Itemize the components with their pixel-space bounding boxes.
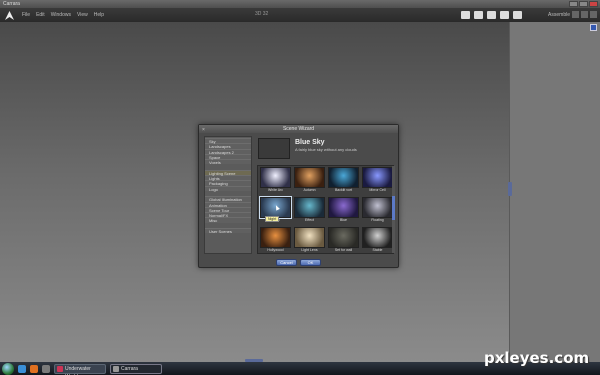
view-toggle-icon[interactable]	[572, 11, 579, 18]
window-controls	[569, 1, 598, 7]
scene-thumbnail-label: Set for wall	[334, 248, 353, 252]
close-button[interactable]	[589, 1, 598, 7]
properties-tray	[508, 22, 600, 362]
window-title-bar: Carrara	[0, 0, 600, 8]
scene-preview-image	[328, 197, 359, 218]
render-room-icon[interactable]	[513, 11, 522, 19]
show-desktop-icon[interactable]	[18, 364, 26, 373]
scene-thumbnail[interactable]: Set for wall	[328, 227, 359, 253]
view-toggle-icon[interactable]	[581, 11, 588, 18]
scene-thumbnail[interactable]: Mirror Cell	[362, 167, 393, 193]
menu-edit[interactable]: Edit	[36, 12, 45, 18]
scene-thumbnail[interactable]: White Arc	[260, 167, 291, 193]
scene-wizard-dialog: × Scene Wizard Sky Landscapes Landscapes 2…	[198, 124, 399, 268]
grid-scrollbar[interactable]	[392, 166, 395, 253]
room-label: 3D 32	[255, 11, 269, 17]
scene-thumbnail[interactable]: Effect	[294, 197, 325, 223]
scene-thumbnail-label: White Arc	[268, 188, 283, 192]
selected-description: A fairly blue sky without any clouds	[295, 147, 357, 152]
menu-help[interactable]: Help	[94, 12, 104, 18]
menu-windows[interactable]: Windows	[51, 12, 71, 18]
cancel-button[interactable]: Cancel	[276, 259, 297, 266]
taskbar-item-carrara[interactable]: Carrara	[110, 363, 162, 374]
taskbar-item-browser[interactable]: Underwater World - ...	[54, 363, 106, 375]
category-list: Sky Landscapes Landscapes 2 Space Voxels Ligh…	[204, 136, 252, 254]
menu-view[interactable]: View	[77, 12, 88, 18]
scene-preview-image	[260, 227, 291, 248]
scene-preview-image	[260, 167, 291, 188]
grid-scrollbar-thumb[interactable]	[392, 196, 395, 220]
scene-thumbnail[interactable]: Autumn	[294, 167, 325, 193]
scene-preview-image	[362, 167, 393, 188]
storyboard-room-icon[interactable]	[487, 11, 496, 19]
ok-button[interactable]: OK	[300, 259, 321, 266]
scene-preview-image	[362, 197, 393, 218]
firefox-icon[interactable]	[30, 364, 38, 373]
scene-thumbnail-label: Hollywood	[267, 248, 284, 252]
scene-thumbnail-label: Stable	[372, 248, 383, 252]
maximize-button[interactable]	[579, 1, 588, 7]
start-button-icon[interactable]	[2, 362, 14, 375]
dialog-title: Scene Wizard	[282, 126, 315, 132]
scene-thumbnail-grid: White Arc Autumn Backlit vort Mirror Cell Ni…	[257, 165, 394, 254]
carrara-logo-icon	[2, 8, 16, 22]
scene-preview-image	[328, 167, 359, 188]
menu-bar: File Edit Windows View Help 3D 32 Assemb…	[0, 8, 600, 22]
scene-thumbnail[interactable]: Blue	[328, 197, 359, 223]
assemble-room-icon[interactable]	[461, 11, 470, 19]
tray-toggle-button[interactable]	[590, 24, 597, 31]
view-toggle-icons	[572, 11, 597, 18]
quicklaunch-icon[interactable]	[42, 364, 50, 373]
room-toolbar	[461, 11, 522, 19]
scene-thumbnail[interactable]: Backlit vort	[328, 167, 359, 193]
workspace-label: Assemble	[548, 12, 570, 18]
scene-preview-image	[294, 167, 325, 188]
selected-preview	[258, 138, 290, 159]
tray-resize-handle[interactable]	[508, 182, 512, 196]
watermark: pxleyes.com	[484, 349, 590, 367]
scene-thumbnail[interactable]: Floating	[362, 197, 393, 223]
scene-thumbnail-label: Mirror Cell	[369, 188, 386, 192]
scene-preview-image	[294, 227, 325, 248]
scene-preview-image	[294, 197, 325, 218]
texture-room-icon[interactable]	[500, 11, 509, 19]
scene-thumbnail[interactable]: Hollywood	[260, 227, 291, 253]
scene-thumbnail-label: Autumn	[303, 188, 316, 192]
scene-thumbnail[interactable]: NightNight	[259, 196, 292, 223]
scene-thumbnail-label: Floating	[371, 218, 384, 222]
window-title: Carrara	[3, 1, 20, 7]
scene-thumbnail-label: Blue	[339, 218, 347, 222]
hover-tooltip: Night	[265, 216, 280, 222]
view-toggle-icon[interactable]	[590, 11, 597, 18]
selected-title: Blue Sky	[295, 139, 325, 146]
model-room-icon[interactable]	[474, 11, 483, 19]
category-item[interactable]: User Scenes	[205, 228, 251, 234]
minimize-button[interactable]	[569, 1, 578, 7]
scene-thumbnail-label: Effect	[305, 218, 314, 222]
scene-preview-image	[362, 227, 393, 248]
scene-thumbnail-label: Backlit vort	[334, 188, 353, 192]
scene-thumbnail-label: Light Lens	[301, 248, 318, 252]
scene-preview-image	[328, 227, 359, 248]
menu-file[interactable]: File	[22, 12, 30, 18]
scene-thumbnail[interactable]: Light Lens	[294, 227, 325, 253]
dialog-close-icon[interactable]: ×	[202, 126, 205, 134]
dialog-title-bar: × Scene Wizard	[199, 125, 398, 133]
scene-thumbnail[interactable]: Stable	[362, 227, 393, 253]
